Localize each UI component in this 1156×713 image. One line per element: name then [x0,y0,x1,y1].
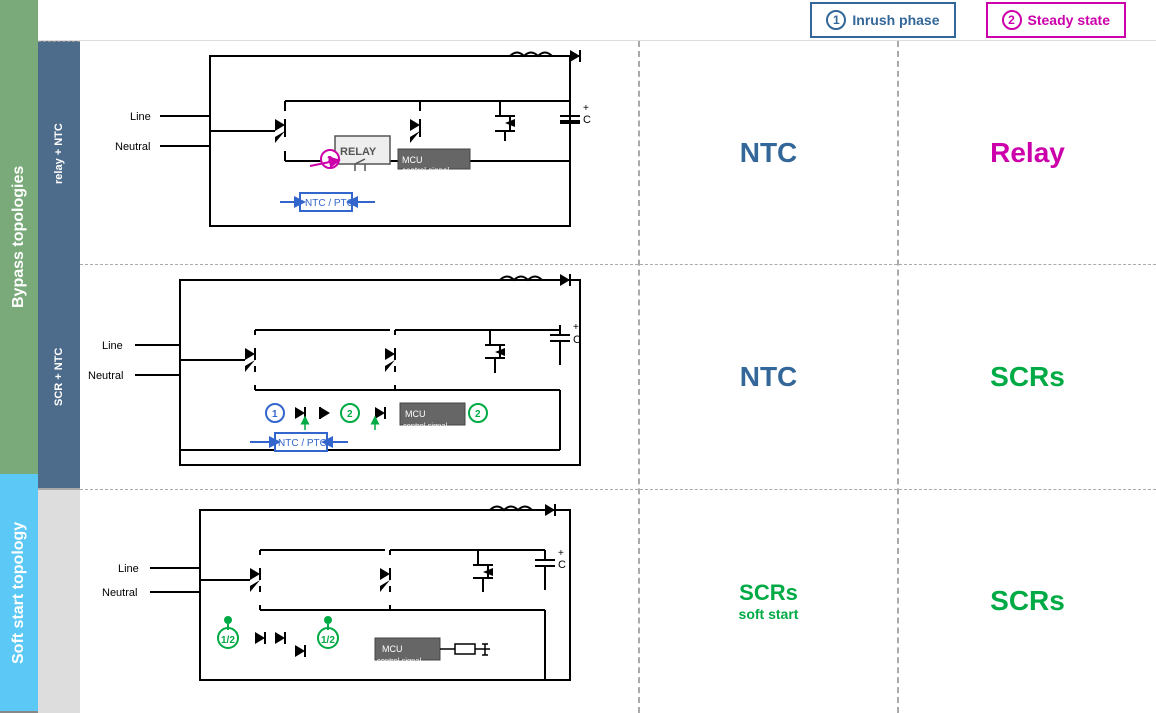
soft-inrush-cell: SCRs soft start [640,490,897,713]
svg-text:Neutral: Neutral [88,370,123,382]
soft-steady-cell: SCRs [899,490,1156,713]
inrush-badge-num: 1 [826,10,846,30]
svg-text:2: 2 [475,409,481,420]
relay-ntc-svg: C + [80,41,638,251]
scr-steady-cell: SCRs [899,265,1156,489]
svg-text:2: 2 [327,155,333,166]
page-layout: Bypass topologies Soft start topology 1 … [0,0,1156,713]
svg-text:MCU: MCU [405,409,426,419]
soft-inrush-line2: soft start [739,606,799,622]
steady-badge-label: Steady state [1028,12,1110,28]
scr-inrush-cell: NTC [640,265,897,489]
svg-text:Line: Line [118,563,139,575]
top-header: 1 Inrush phase 2 Steady state [38,0,1156,41]
info-columns: NTC NTC SCRs soft start [640,41,1156,713]
svg-text:Line: Line [102,340,123,352]
inner-layout: 1 Inrush phase 2 Steady state relay + NT… [38,0,1156,713]
svg-text:Neutral: Neutral [102,587,137,599]
steady-column: Relay SCRs SCRs [899,41,1156,713]
scr-ntc-label: SCR + NTC [38,265,80,488]
relay-steady-value: Relay [990,137,1065,169]
svg-text:NTC / PTC: NTC / PTC [278,438,327,449]
soft-inrush-line1: SCRs [739,580,799,606]
svg-text:C: C [573,334,581,346]
svg-text:1/2: 1/2 [321,635,335,646]
circuit-column: C + [80,41,640,713]
bypass-topologies-label: Bypass topologies [0,0,38,474]
inrush-badge-label: Inrush phase [852,12,939,28]
inrush-phase-badge: 1 Inrush phase [810,2,955,38]
soft-steady-value: SCRs [990,585,1065,617]
relay-ntc-circuit: C + [80,41,638,265]
svg-text:+: + [573,322,579,333]
scr-steady-value: SCRs [990,361,1065,393]
soft-start-topology-label: Soft start topology [0,474,38,713]
steady-badge-num: 2 [1002,10,1022,30]
steady-state-badge: 2 Steady state [986,2,1126,38]
soft-start-svg: C + [80,490,638,705]
svg-text:Neutral: Neutral [115,141,150,153]
svg-text:control signal: control signal [403,421,448,430]
soft-start-circuit: C + [80,490,638,713]
svg-text:MCU: MCU [382,644,403,654]
relay-steady-cell: Relay [899,41,1156,265]
inrush-column: NTC NTC SCRs soft start [640,41,899,713]
svg-text:MCU: MCU [402,155,423,165]
relay-inrush-cell: NTC [640,41,897,265]
columns-area: C + [80,41,1156,713]
svg-text:control signal: control signal [377,656,422,665]
svg-text:Line: Line [130,111,151,123]
relay-inrush-value: NTC [740,137,798,169]
svg-text:NTC / PTC: NTC / PTC [305,198,354,209]
body-rows: relay + NTC SCR + NTC [38,41,1156,713]
sub-labels: relay + NTC SCR + NTC [38,41,80,713]
svg-text:RELAY: RELAY [340,146,377,158]
scr-ntc-circuit: C + [80,265,638,489]
svg-text:+: + [558,548,564,559]
relay-ntc-label: relay + NTC [38,41,80,265]
far-left-labels: Bypass topologies Soft start topology [0,0,38,713]
svg-text:C: C [583,114,591,126]
svg-text:2: 2 [347,409,353,420]
scr-ntc-svg: C + [80,265,638,489]
svg-text:1: 1 [272,409,278,420]
svg-text:control signal: control signal [402,166,449,175]
scr-inrush-value: NTC [740,361,798,393]
svg-text:1/2: 1/2 [221,635,235,646]
svg-text:C: C [558,559,566,571]
svg-text:+: + [583,103,589,114]
